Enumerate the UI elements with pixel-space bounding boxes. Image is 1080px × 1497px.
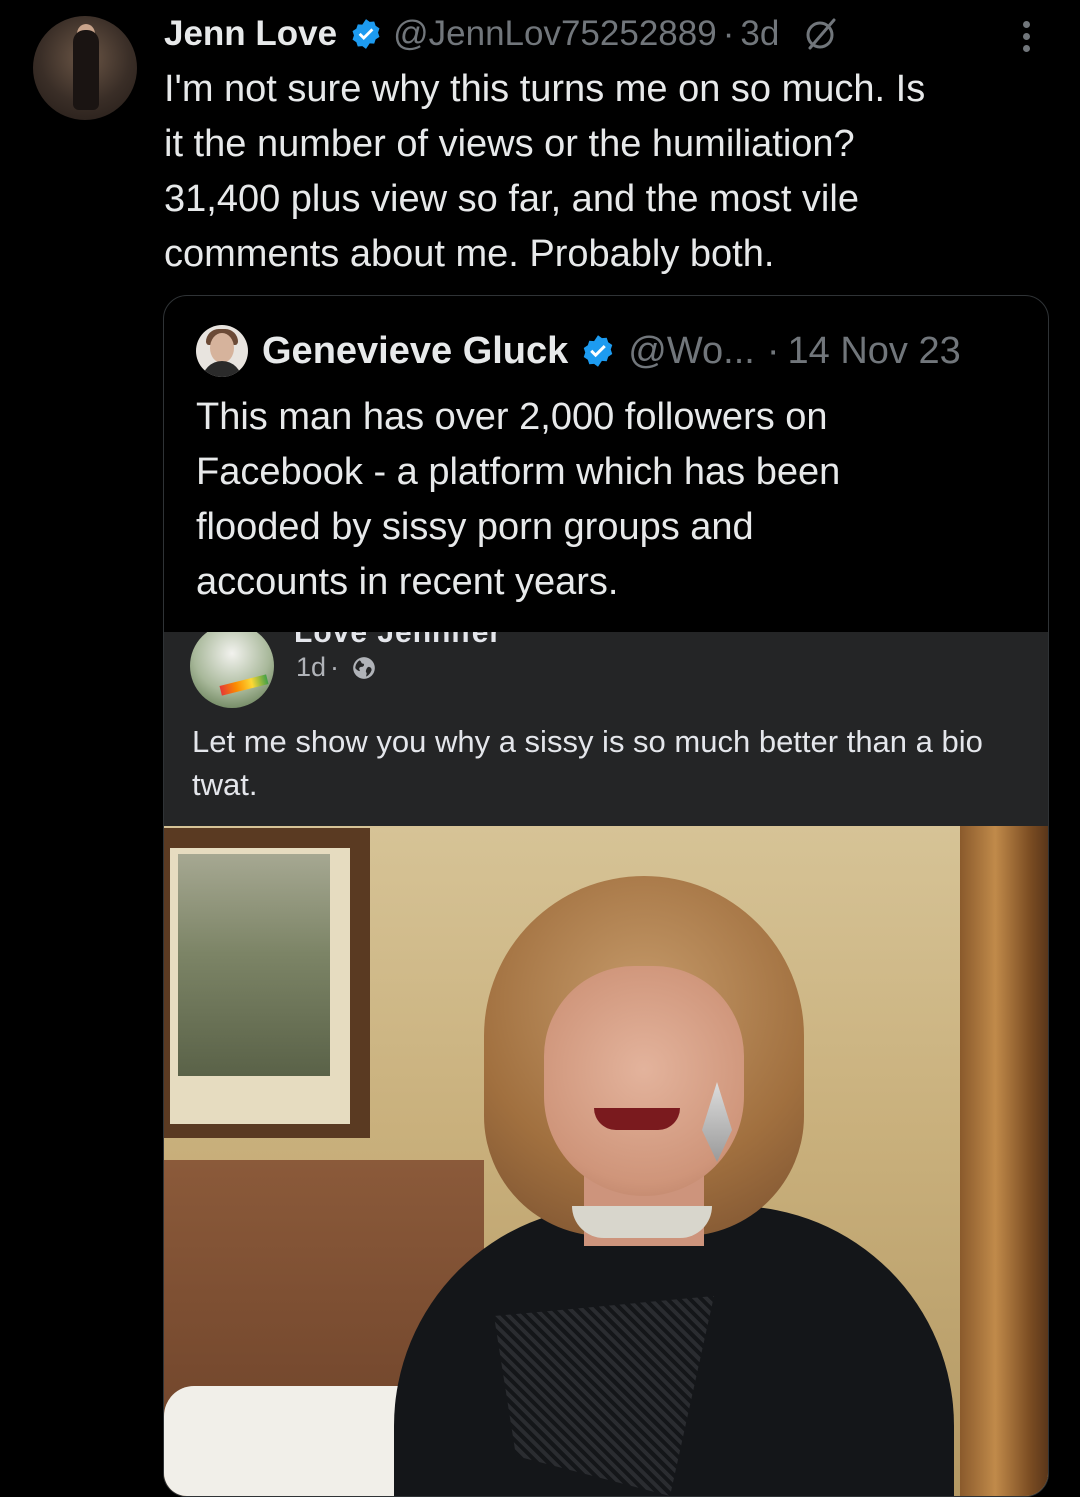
fb-post-time: 1d bbox=[296, 652, 327, 682]
fb-post-meta: 1d · bbox=[296, 652, 377, 683]
grok-icon[interactable] bbox=[801, 14, 841, 54]
person-face bbox=[544, 966, 744, 1196]
quote-text: This man has over 2,000 followers on Fac… bbox=[196, 390, 840, 610]
author-avatar[interactable] bbox=[33, 16, 137, 120]
quote-author-handle[interactable]: @Wo... bbox=[628, 330, 755, 373]
quote-text-line: accounts in recent years. bbox=[196, 561, 619, 603]
globe-icon bbox=[351, 655, 377, 681]
tweet-header: Jenn Love @JennLov75252889 · 3d bbox=[164, 12, 841, 56]
quoted-tweet[interactable]: Genevieve Gluck @Wo... · 14 Nov 23 This … bbox=[163, 295, 1049, 1497]
more-options-icon[interactable] bbox=[1016, 18, 1036, 58]
tweet-text-line: comments about me. Probably both. bbox=[164, 233, 775, 275]
verified-badge-icon bbox=[580, 333, 616, 369]
separator-dot: · bbox=[766, 329, 780, 372]
tweet-text-line: 31,400 plus view so far, and the most vi… bbox=[164, 178, 859, 220]
quote-author-avatar[interactable] bbox=[196, 325, 248, 377]
author-name[interactable]: Jenn Love bbox=[164, 14, 337, 54]
fb-post-author-name: Love Jennifer bbox=[294, 632, 503, 649]
quote-text-line: This man has over 2,000 followers on bbox=[196, 396, 828, 438]
separator-dot: · bbox=[722, 14, 735, 53]
quote-author-name[interactable]: Genevieve Gluck bbox=[262, 330, 568, 373]
separator-dot: · bbox=[330, 652, 340, 682]
tweet-time[interactable]: 3d bbox=[740, 14, 779, 54]
quote-text-line: Facebook - a platform which has been bbox=[196, 451, 841, 493]
person-lips bbox=[594, 1108, 680, 1130]
wall-picture-frame bbox=[164, 828, 370, 1138]
tweet-text: I'm not sure why this turns me on so muc… bbox=[164, 62, 1044, 282]
author-handle[interactable]: @JennLov75252889 bbox=[393, 14, 717, 54]
fb-post-avatar bbox=[190, 632, 274, 708]
quote-text-line: flooded by sissy porn groups and bbox=[196, 506, 754, 548]
curtain bbox=[960, 826, 1048, 1496]
verified-badge-icon bbox=[349, 17, 383, 51]
necklace bbox=[572, 1206, 712, 1238]
post-photo[interactable] bbox=[164, 826, 1048, 1496]
quote-date[interactable]: 14 Nov 23 bbox=[788, 330, 961, 373]
embedded-facebook-post: Love Jennifer 1d · Let me show you why a… bbox=[164, 632, 1048, 826]
quote-header: Genevieve Gluck @Wo... · 14 Nov 23 bbox=[196, 325, 961, 377]
tweet-text-line: I'm not sure why this turns me on so muc… bbox=[164, 68, 926, 110]
tweet-text-line: it the number of views or the humiliatio… bbox=[164, 123, 855, 165]
fb-post-text: Let me show you why a sissy is so much b… bbox=[192, 724, 983, 802]
